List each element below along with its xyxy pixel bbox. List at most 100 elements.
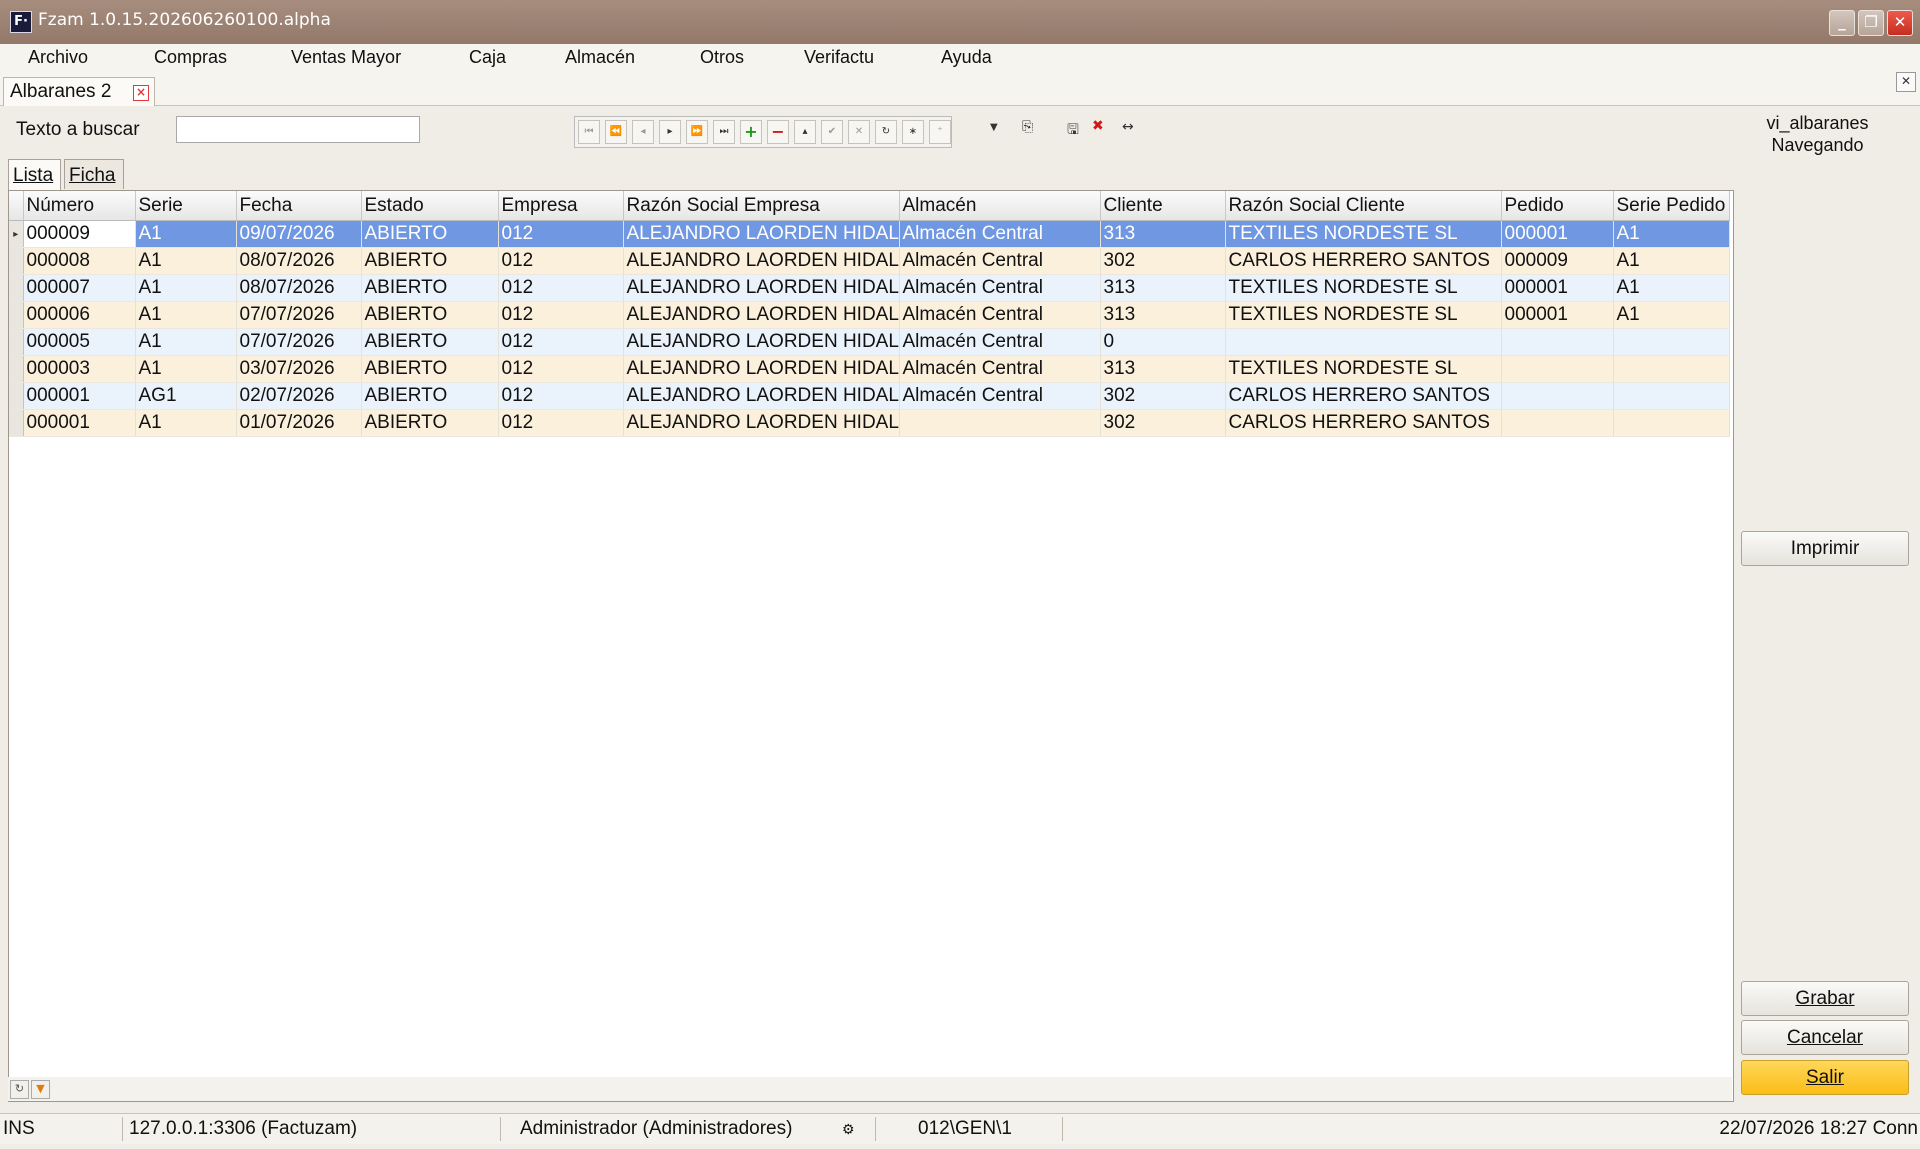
cell-numero[interactable]: 000008 [23, 247, 136, 275]
column-header-pedido[interactable]: Pedido [1501, 191, 1614, 221]
cell-estado[interactable]: ABIERTO [361, 274, 499, 302]
tab-albaranes[interactable]: Albaranes 2 × [3, 77, 155, 106]
cell-fecha[interactable]: 01/07/2026 [236, 409, 362, 437]
cell-serie-pedido[interactable] [1613, 409, 1730, 437]
cell-empresa[interactable]: 012 [498, 382, 624, 410]
cell-serie-pedido[interactable]: A1 [1613, 301, 1730, 329]
cell-empresa[interactable]: 012 [498, 355, 624, 383]
cell-numero[interactable]: 000003 [23, 355, 136, 383]
cell-fecha[interactable]: 07/07/2026 [236, 328, 362, 356]
exit-button[interactable]: Salir [1741, 1060, 1909, 1095]
next-record-icon[interactable]: ▸ [659, 120, 681, 144]
cell-almacen[interactable]: Almacén Central [899, 328, 1101, 356]
cell-razon-social-empresa[interactable]: ALEJANDRO LAORDEN HIDALGO [623, 220, 900, 248]
cell-razon-social-cliente[interactable]: TEXTILES NORDESTE SL [1225, 220, 1502, 248]
cell-fecha[interactable]: 07/07/2026 [236, 301, 362, 329]
cancel-button[interactable]: Cancelar [1741, 1020, 1909, 1055]
table-row[interactable]: 000005 A1 07/07/2026 ABIERTO 012 ALEJAND… [9, 328, 1730, 356]
cell-almacen[interactable]: Almacén Central [899, 301, 1101, 329]
user-settings-icon[interactable]: ⚙ [842, 1121, 855, 1138]
cell-serie[interactable]: A1 [135, 301, 237, 329]
cell-fecha[interactable]: 02/07/2026 [236, 382, 362, 410]
cell-serie-pedido[interactable] [1613, 355, 1730, 383]
refresh-grid-icon[interactable]: ↻ [10, 1080, 29, 1099]
cell-almacen[interactable]: Almacén Central [899, 382, 1101, 410]
menu-almacen[interactable]: Almacén [565, 47, 635, 68]
tab-lista[interactable]: Lista [8, 159, 61, 190]
cell-empresa[interactable]: 012 [498, 409, 624, 437]
edit-record-icon[interactable]: ▴ [794, 120, 816, 144]
cell-serie[interactable]: A1 [135, 274, 237, 302]
cell-cliente[interactable]: 302 [1100, 409, 1226, 437]
close-panel-button[interactable]: ✕ [1896, 72, 1916, 92]
cell-pedido[interactable]: 000009 [1501, 247, 1614, 275]
table-row[interactable]: 000007 A1 08/07/2026 ABIERTO 012 ALEJAND… [9, 274, 1730, 302]
column-header-cliente[interactable]: Cliente [1100, 191, 1226, 221]
first-record-icon[interactable]: ⏮ [578, 120, 600, 144]
last-record-icon[interactable]: ⏭ [713, 120, 735, 144]
table-row[interactable]: 000001 AG1 02/07/2026 ABIERTO 012 ALEJAN… [9, 382, 1730, 410]
search-input[interactable] [176, 116, 420, 143]
apply-updates-icon[interactable]: ∗ [902, 120, 924, 144]
cell-cliente[interactable]: 313 [1100, 274, 1226, 302]
cell-pedido[interactable]: 000001 [1501, 274, 1614, 302]
cell-numero[interactable]: 000001 [23, 382, 136, 410]
cell-pedido[interactable]: 000001 [1501, 220, 1614, 248]
cell-numero[interactable]: 000005 [23, 328, 136, 356]
cell-razon-social-empresa[interactable]: ALEJANDRO LAORDEN HIDALGO [623, 274, 900, 302]
cancel-edit-icon[interactable]: ✕ [848, 120, 870, 144]
cell-fecha[interactable]: 09/07/2026 [236, 220, 362, 248]
cell-serie[interactable]: A1 [135, 247, 237, 275]
table-row[interactable]: 000001 A1 01/07/2026 ABIERTO 012 ALEJAND… [9, 409, 1730, 437]
cell-almacen[interactable]: Almacén Central [899, 355, 1101, 383]
refresh-icon[interactable]: ↻ [875, 120, 897, 144]
cell-cliente[interactable]: 313 [1100, 355, 1226, 383]
menu-compras[interactable]: Compras [154, 47, 227, 68]
delete-record-icon[interactable]: − [767, 120, 789, 144]
column-header-numero[interactable]: Número [23, 191, 136, 221]
cell-razon-social-cliente[interactable]: CARLOS HERRERO SANTOS [1225, 382, 1502, 410]
cell-almacen[interactable]: Almacén Central [899, 220, 1101, 248]
column-header-estado[interactable]: Estado [361, 191, 499, 221]
save-button[interactable]: Grabar [1741, 981, 1909, 1016]
cell-razon-social-empresa[interactable]: ALEJANDRO LAORDEN HIDALGO [623, 355, 900, 383]
cell-razon-social-cliente[interactable]: CARLOS HERRERO SANTOS [1225, 409, 1502, 437]
menu-caja[interactable]: Caja [469, 47, 506, 68]
post-record-icon[interactable]: ✔ [821, 120, 843, 144]
cancel-updates-icon[interactable]: ⁺ [929, 120, 951, 144]
cell-razon-social-empresa[interactable]: ALEJANDRO LAORDEN HIDALGO [623, 328, 900, 356]
cell-numero[interactable]: 000006 [23, 301, 136, 329]
table-row[interactable]: 000008 A1 08/07/2026 ABIERTO 012 ALEJAND… [9, 247, 1730, 275]
cell-razon-social-cliente[interactable]: TEXTILES NORDESTE SL [1225, 301, 1502, 329]
menu-ayuda[interactable]: Ayuda [941, 47, 992, 68]
cell-serie[interactable]: A1 [135, 409, 237, 437]
cell-serie[interactable]: AG1 [135, 382, 237, 410]
cell-numero[interactable]: 000001 [23, 409, 136, 437]
cell-cliente[interactable]: 313 [1100, 220, 1226, 248]
cell-almacen[interactable]: Almacén Central [899, 274, 1101, 302]
cell-pedido[interactable] [1501, 382, 1614, 410]
cell-estado[interactable]: ABIERTO [361, 382, 499, 410]
cell-cliente[interactable]: 302 [1100, 382, 1226, 410]
column-header-razon-social-cliente[interactable]: Razón Social Cliente [1225, 191, 1502, 221]
cell-razon-social-empresa[interactable]: ALEJANDRO LAORDEN HIDALGO [623, 409, 900, 437]
cell-serie-pedido[interactable]: A1 [1613, 247, 1730, 275]
cell-cliente[interactable]: 302 [1100, 247, 1226, 275]
cell-almacen[interactable] [899, 409, 1101, 437]
cell-pedido[interactable] [1501, 355, 1614, 383]
column-header-serie[interactable]: Serie [135, 191, 237, 221]
menu-archivo[interactable]: Archivo [28, 47, 88, 68]
cell-estado[interactable]: ABIERTO [361, 301, 499, 329]
column-header-razon-social-empresa[interactable]: Razón Social Empresa [623, 191, 900, 221]
cell-numero[interactable]: 000009 [23, 220, 136, 248]
albaranes-grid[interactable]: Número Serie Fecha Estado Empresa Razón … [8, 190, 1734, 1102]
close-window-button[interactable]: ✕ [1887, 10, 1913, 36]
menu-verifactu[interactable]: Verifactu [804, 47, 874, 68]
cell-numero[interactable]: 000007 [23, 274, 136, 302]
cell-fecha[interactable]: 08/07/2026 [236, 274, 362, 302]
clear-filter-icon[interactable]: ✖ [1092, 118, 1104, 134]
next-page-icon[interactable]: ⏩ [686, 120, 708, 144]
cell-serie[interactable]: A1 [135, 355, 237, 383]
menu-otros[interactable]: Otros [700, 47, 744, 68]
cell-razon-social-cliente[interactable]: TEXTILES NORDESTE SL [1225, 355, 1502, 383]
